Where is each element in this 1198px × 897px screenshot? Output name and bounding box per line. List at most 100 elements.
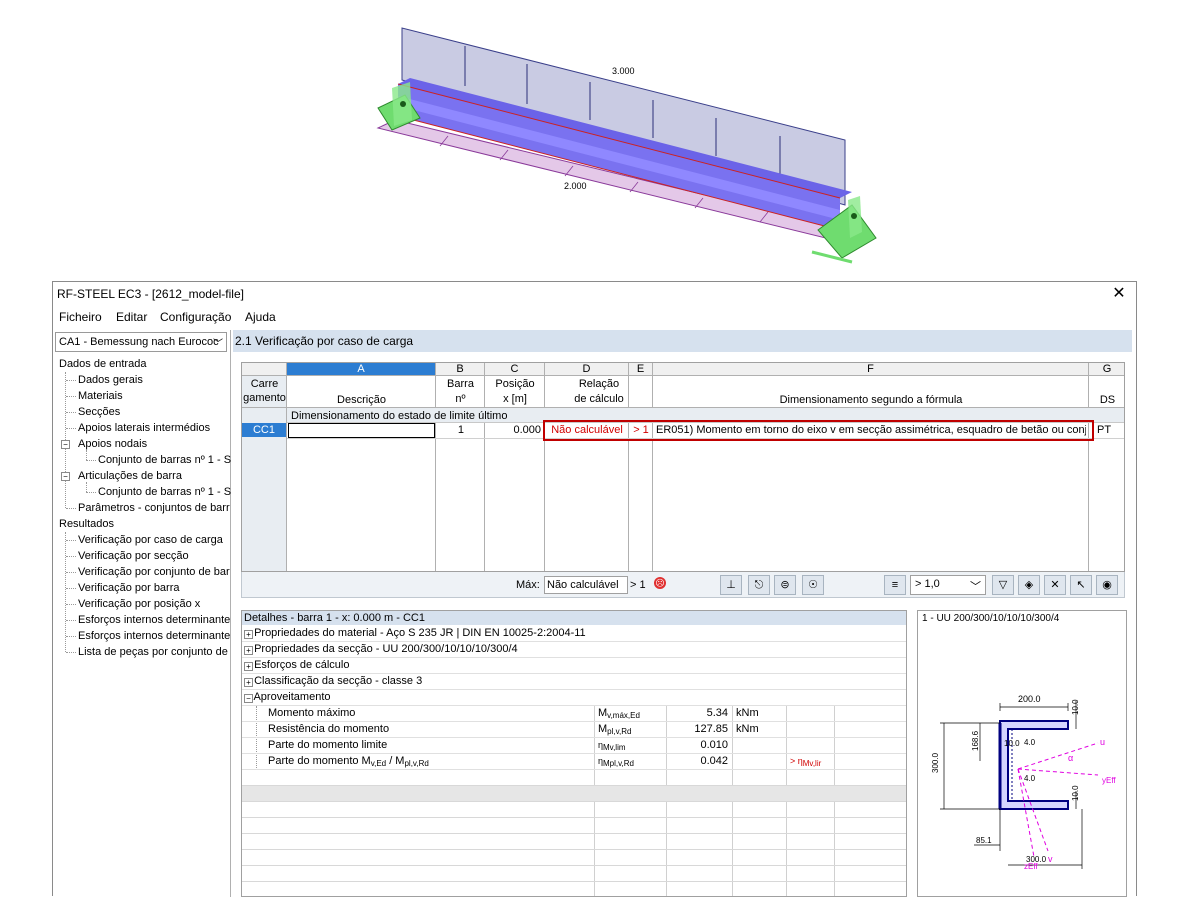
util-row-moment-limit: Parte do momento limite ηMv,lim 0.010 <box>242 738 906 754</box>
row-ds[interactable]: PT <box>1097 423 1124 437</box>
tree-member-hinges[interactable]: Articulações de barra <box>78 468 182 484</box>
navigation-panel: CA1 - Bemessung nach Eurococ ﹀ Dados de … <box>53 330 231 897</box>
collapse-nodal-supports[interactable]: − <box>61 440 70 449</box>
model-3d-view[interactable]: 3.000 2.000 <box>0 0 1198 280</box>
navigation-tree: Dados de entrada Dados gerais Materiais … <box>53 356 231 896</box>
expand-icon[interactable]: + <box>244 630 253 639</box>
group-row-label: Dimensionamento do estado de limite últi… <box>291 410 508 422</box>
relation-view-icon[interactable]: ⎋ <box>748 575 770 595</box>
dim-web-thick: 10.0 <box>1004 739 1020 748</box>
expand-icon[interactable]: + <box>244 678 253 687</box>
details-group-utilization-label: Aproveitamento <box>253 691 331 703</box>
details-group-utilization[interactable]: − Aproveitamento <box>242 690 906 706</box>
menu-help[interactable]: Ajuda <box>245 310 276 324</box>
expand-icon[interactable]: + <box>244 646 253 655</box>
tree-result-by-x-location[interactable]: Verificação por posição x <box>78 596 200 612</box>
show-view-icon[interactable]: ☉ <box>802 575 824 595</box>
axis-u: u <box>1100 737 1105 747</box>
chevron-down-icon: ﹀ <box>213 339 223 350</box>
expand-icon[interactable]: + <box>244 662 253 671</box>
tree-results[interactable]: Resultados <box>59 516 114 532</box>
details-group-forces-label: Esforços de cálculo <box>254 659 350 671</box>
color-scale-icon[interactable]: ◈ <box>1018 575 1040 595</box>
util-label: Parte do momento limite <box>268 739 388 751</box>
util-value: 0.010 <box>700 739 728 751</box>
tree-parts-list[interactable]: Lista de peças por conjunto de <box>78 644 228 660</box>
dim-lip2: 4.0 <box>1024 774 1036 783</box>
axis-alpha: α <box>1068 753 1073 763</box>
tree-general-data[interactable]: Dados gerais <box>78 372 143 388</box>
max-label: Máx: <box>516 579 540 591</box>
description-input[interactable] <box>288 423 435 438</box>
details-title: Detalhes - barra 1 - x: 0.000 m - CC1 <box>242 611 906 625</box>
tree-result-by-member-set[interactable]: Verificação por conjunto de bar <box>78 564 230 580</box>
tree-hinges-member-set[interactable]: Conjunto de barras nº 1 - S <box>98 484 231 500</box>
cross-section-panel: 1 - UU 200/300/10/10/10/300/4 200.0 10.0… <box>917 610 1127 897</box>
ratio-filter-value: > 1,0 <box>915 578 940 590</box>
menu-bar: Ficheiro Editar Configuração Ajuda <box>53 306 1136 328</box>
tree-result-by-load-case[interactable]: Verificação por caso de carga <box>78 532 223 548</box>
title-bar: RF-STEEL EC3 - [2612_model-file] ✕ <box>53 282 1136 306</box>
rf-steel-window: RF-STEEL EC3 - [2612_model-file] ✕ Fiche… <box>52 281 1137 897</box>
util-symbol-sub: pl,v,Rd <box>607 727 632 736</box>
util-value: 0.042 <box>700 755 728 767</box>
header-pos-l2: x [m] <box>503 393 527 405</box>
tree-result-by-section[interactable]: Verificação por secção <box>78 548 189 564</box>
window-title: RF-STEEL EC3 - [2612_model-file] <box>57 287 244 301</box>
row-case-cc1[interactable]: CC1 <box>242 423 286 437</box>
details-group-forces[interactable]: + Esforços de cálculo <box>242 658 906 674</box>
tree-nodal-supports[interactable]: Apoios nodais <box>78 436 147 452</box>
tree-governing-forces-1[interactable]: Esforços internos determinante <box>78 612 230 628</box>
col-letter-g[interactable]: G <box>1089 363 1124 376</box>
collapse-icon[interactable]: − <box>244 694 253 703</box>
tree-governing-forces-2[interactable]: Esforços internos determinante <box>78 628 230 644</box>
menu-edit[interactable]: Editar <box>116 310 147 324</box>
details-group-classification[interactable]: + Classificação da secção - classe 3 <box>242 674 906 690</box>
util-symbol: M <box>598 707 608 719</box>
header-case-l2: gamento <box>243 392 286 404</box>
collapse-hinges[interactable]: − <box>61 472 70 481</box>
header-ratio-l1: Relação <box>578 378 620 390</box>
tree-materials[interactable]: Materiais <box>78 388 123 404</box>
pointer-icon[interactable]: ↖ <box>1070 575 1092 595</box>
axis-yeff: yEff <box>1102 776 1116 785</box>
util-symbol-sub: v,máx,Ed <box>607 711 640 720</box>
header-case-l1: Carre <box>250 378 279 390</box>
axis-v: v <box>1048 854 1053 864</box>
header-bar-l2: nº <box>455 393 466 405</box>
tree-lateral-supports[interactable]: Apoios laterais intermédios <box>78 420 210 436</box>
excel-export-icon[interactable]: ✕ <box>1044 575 1066 595</box>
tree-sections[interactable]: Secções <box>78 404 120 420</box>
details-group-material[interactable]: + Propriedades do material - Aço S 235 J… <box>242 626 906 642</box>
tree-input-data[interactable]: Dados de entrada <box>59 356 146 372</box>
close-icon[interactable]: ✕ <box>1110 283 1128 303</box>
member-view-icon[interactable]: ⊜ <box>774 575 796 595</box>
tree-result-by-member[interactable]: Verificação por barra <box>78 580 180 596</box>
row-position[interactable]: 0.000 <box>485 423 541 437</box>
menu-file[interactable]: Ficheiro <box>59 310 102 324</box>
ratio-filter-dropdown[interactable]: > 1,0 ﹀ <box>910 575 986 595</box>
sad-face-icon: ☹ <box>654 577 666 589</box>
chevron-down-icon: ﹀ <box>970 581 981 593</box>
util-note: > η <box>790 756 803 766</box>
section-view-icon[interactable]: ⊥ <box>720 575 742 595</box>
menu-settings[interactable]: Configuração <box>160 310 231 324</box>
filter-icon[interactable]: ▽ <box>992 575 1014 595</box>
design-case-value: CA1 - Bemessung nach Eurococ <box>59 336 219 348</box>
eye-icon[interactable]: ◉ <box>1096 575 1118 595</box>
util-label: Resistência do momento <box>268 723 390 735</box>
util-symbol-sub: Mv,lim <box>603 743 626 752</box>
util-row-moment-ratio: Parte do momento Mv,Ed / Mpl,v,Rd ηMpl,v… <box>242 754 906 770</box>
util-symbol-sub: Mpl,v,Rd <box>603 759 634 768</box>
details-group-section[interactable]: + Propriedades da secção - UU 200/300/10… <box>242 642 906 658</box>
tree-nodal-member-set[interactable]: Conjunto de barras nº 1 - S <box>98 452 231 468</box>
filter-list-icon[interactable]: ≡ <box>884 575 906 595</box>
design-case-dropdown[interactable]: CA1 - Bemessung nach Eurococ ﹀ <box>55 332 227 352</box>
header-pos-l1: Posição <box>495 378 535 390</box>
details-group-classification-label: Classificação da secção - classe 3 <box>254 675 423 687</box>
header-formula: Dimensionamento segundo a fórmula <box>779 394 963 406</box>
dim-bottom-offset: 85.1 <box>976 836 992 845</box>
tree-member-set-parameters[interactable]: Parâmetros - conjuntos de barr <box>78 500 230 516</box>
details-panel: Detalhes - barra 1 - x: 0.000 m - CC1 + … <box>241 610 907 897</box>
row-bar-no[interactable]: 1 <box>436 423 464 437</box>
